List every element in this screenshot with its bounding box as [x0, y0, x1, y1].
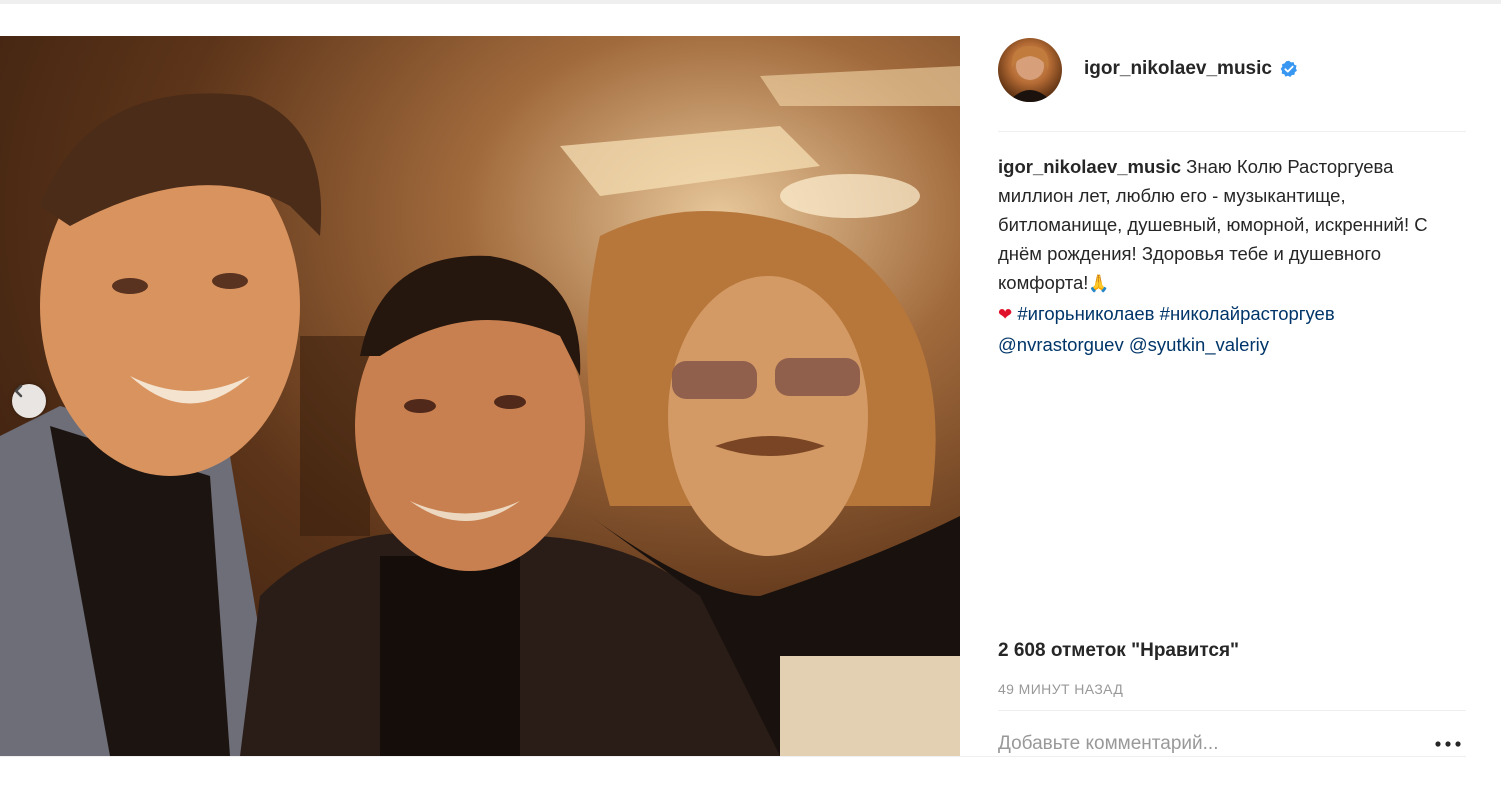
comment-box: [998, 710, 1466, 757]
pray-emoji-icon: 🙏: [1088, 274, 1110, 294]
hashtag-link[interactable]: #игорьниколаев: [1017, 303, 1154, 324]
post-sidebar: igor_nikolaev_music igor_nikolaev_music …: [960, 36, 1466, 756]
photo-illustration: [0, 66, 960, 756]
post-header: igor_nikolaev_music: [998, 36, 1466, 132]
user-avatar[interactable]: [998, 38, 1062, 102]
post-timestamp: 49 МИНУТ НАЗАД: [998, 681, 1124, 697]
ellipsis-icon[interactable]: [1434, 739, 1462, 749]
comment-input[interactable]: [998, 733, 1398, 755]
mention-link[interactable]: @nvrastorguev: [998, 334, 1124, 355]
hashtag-link[interactable]: #николайрасторгуев: [1160, 303, 1335, 324]
caption-username-link[interactable]: igor_nikolaev_music: [998, 156, 1181, 177]
verified-badge-icon: [1280, 60, 1297, 77]
post-photo[interactable]: [0, 36, 960, 756]
post-caption: igor_nikolaev_music Знаю Колю Расторгуев…: [998, 152, 1448, 359]
heart-emoji-icon: ❤: [998, 305, 1013, 325]
mention-link[interactable]: @syutkin_valeriy: [1129, 334, 1269, 355]
top-divider: [0, 0, 1501, 4]
carousel-prev-button[interactable]: [12, 384, 46, 418]
avatar-portrait: [1008, 46, 1052, 102]
author-username: igor_nikolaev_music: [1084, 58, 1272, 79]
author-username-link[interactable]: igor_nikolaev_music: [1084, 58, 1298, 80]
likes-count[interactable]: 2 608 отметок "Нравится": [998, 640, 1239, 662]
instagram-post: igor_nikolaev_music igor_nikolaev_music …: [0, 36, 1466, 757]
chevron-left-icon: [14, 384, 23, 398]
